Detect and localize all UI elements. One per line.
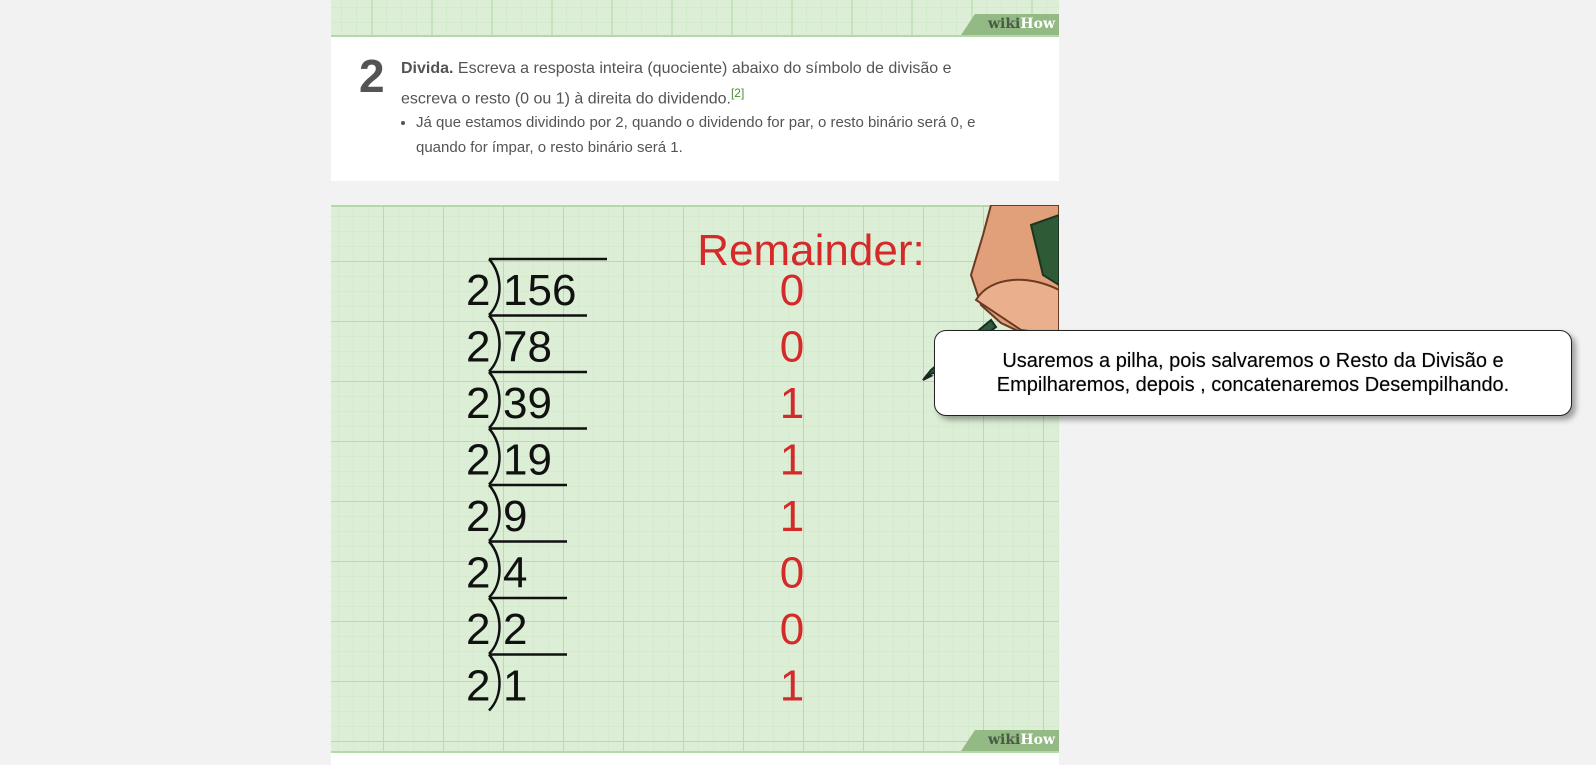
divisor: 2 bbox=[466, 662, 490, 711]
dividend: 39 bbox=[503, 379, 552, 428]
dividend: 4 bbox=[503, 549, 527, 598]
remainder-digit: 0 bbox=[780, 605, 804, 654]
divisor: 2 bbox=[466, 436, 490, 485]
step-body: Escreva a resposta inteira (quociente) a… bbox=[401, 60, 952, 108]
step-card: 2 Divida. Escreva a resposta inteira (qu… bbox=[331, 37, 1059, 181]
callout-text: Usaremos a pilha, pois salvaremos o Rest… bbox=[996, 350, 1510, 396]
dividend: 9 bbox=[503, 492, 527, 541]
annotation-callout: Usaremos a pilha, pois salvaremos o Rest… bbox=[934, 330, 1572, 416]
remainder-digit: 1 bbox=[780, 436, 804, 485]
divisor: 2 bbox=[466, 379, 490, 428]
step-number: 2 bbox=[359, 50, 385, 102]
next-card-edge bbox=[331, 753, 1059, 765]
division-illustration: Remainder: 2 156 02 78 02 39 12 19 12 9 12 4 02 2 02 1 1 bbox=[331, 205, 1059, 753]
wikihow-watermark: wikiHow bbox=[961, 730, 1059, 751]
grid-lines bbox=[331, 205, 1059, 753]
dividend: 19 bbox=[503, 436, 552, 485]
step-illustration: Remainder: 2 156 0 2 78 0 2 39 1 2 19 1 2 9 1 2 4 0 2 2 0 2 1 1… bbox=[331, 205, 1059, 753]
remainder-digit: 0 bbox=[780, 266, 804, 315]
step-title: Divida. bbox=[401, 60, 454, 77]
remainder-heading: Remainder: bbox=[697, 226, 924, 275]
wikihow-watermark: wikiHow bbox=[961, 14, 1059, 35]
remainder-digit: 0 bbox=[780, 549, 804, 598]
dividend: 2 bbox=[503, 605, 527, 654]
remainder-digit: 0 bbox=[780, 323, 804, 372]
divisor: 2 bbox=[466, 492, 490, 541]
remainder-digit: 1 bbox=[780, 662, 804, 711]
remainder-digit: 1 bbox=[780, 379, 804, 428]
dividend: 156 bbox=[503, 266, 576, 315]
remainder-digit: 1 bbox=[780, 492, 804, 541]
tip-item: Já que estamos dividindo por 2, quando o… bbox=[416, 110, 1026, 160]
divisor: 2 bbox=[466, 605, 490, 654]
dividend: 78 bbox=[503, 323, 552, 372]
divisor: 2 bbox=[466, 549, 490, 598]
divisor: 2 bbox=[466, 266, 490, 315]
divisor: 2 bbox=[466, 323, 490, 372]
previous-step-image: wikiHow bbox=[331, 0, 1059, 37]
step-tips: Já que estamos dividindo por 2, quando o… bbox=[401, 110, 1026, 160]
step-description: Divida. Escreva a resposta inteira (quoc… bbox=[401, 57, 1001, 111]
reference-link[interactable]: [2] bbox=[731, 86, 744, 100]
dividend: 1 bbox=[503, 662, 527, 711]
